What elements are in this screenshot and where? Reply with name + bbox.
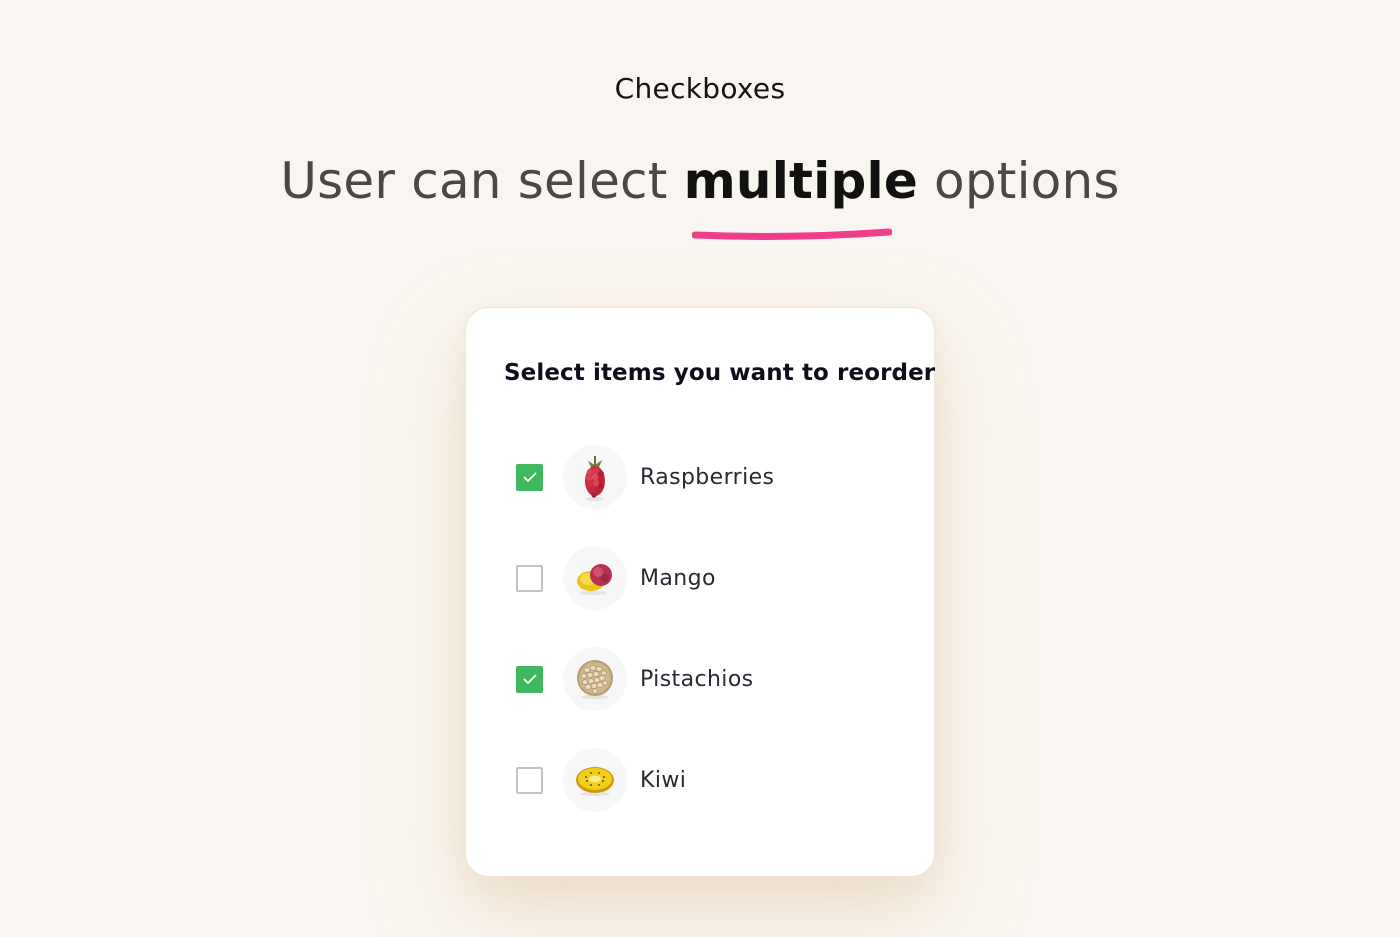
- list-item-mango[interactable]: Mango: [516, 546, 896, 610]
- reorder-card: Select items you want to reorder Raspber…: [465, 307, 935, 877]
- list-item-kiwi[interactable]: Kiwi: [516, 748, 896, 812]
- headline-text-after: options: [917, 152, 1120, 210]
- kiwi-icon: [563, 748, 627, 812]
- headline-emphasis: multiple: [683, 152, 918, 240]
- page-label: Checkboxes: [614, 72, 786, 105]
- item-label-mango: Mango: [640, 565, 716, 591]
- headline-underline: [691, 228, 892, 240]
- mango-icon: [563, 546, 627, 610]
- card-title: Select items you want to reorder: [504, 360, 936, 386]
- raspberry-icon: [563, 445, 627, 509]
- list-item-pistachios[interactable]: Pistachios: [516, 647, 896, 711]
- pistachios-icon: [563, 647, 627, 711]
- item-label-pistachios: Pistachios: [640, 666, 754, 692]
- item-label-kiwi: Kiwi: [640, 767, 687, 793]
- checkbox-kiwi[interactable]: [516, 766, 543, 794]
- checkbox-raspberries[interactable]: [516, 463, 543, 491]
- checkbox-mango[interactable]: [516, 564, 543, 592]
- page-headline: User can select multiple options: [0, 152, 1400, 240]
- checkmark-icon: [523, 472, 536, 482]
- item-label-raspberries: Raspberries: [640, 464, 775, 490]
- checkbox-pistachios[interactable]: [516, 665, 543, 693]
- checkmark-icon: [523, 674, 536, 684]
- headline-text-before: User can select: [280, 152, 684, 210]
- list-item-raspberries[interactable]: Raspberries: [516, 445, 896, 509]
- headline-emphasis-text: multiple: [683, 152, 918, 210]
